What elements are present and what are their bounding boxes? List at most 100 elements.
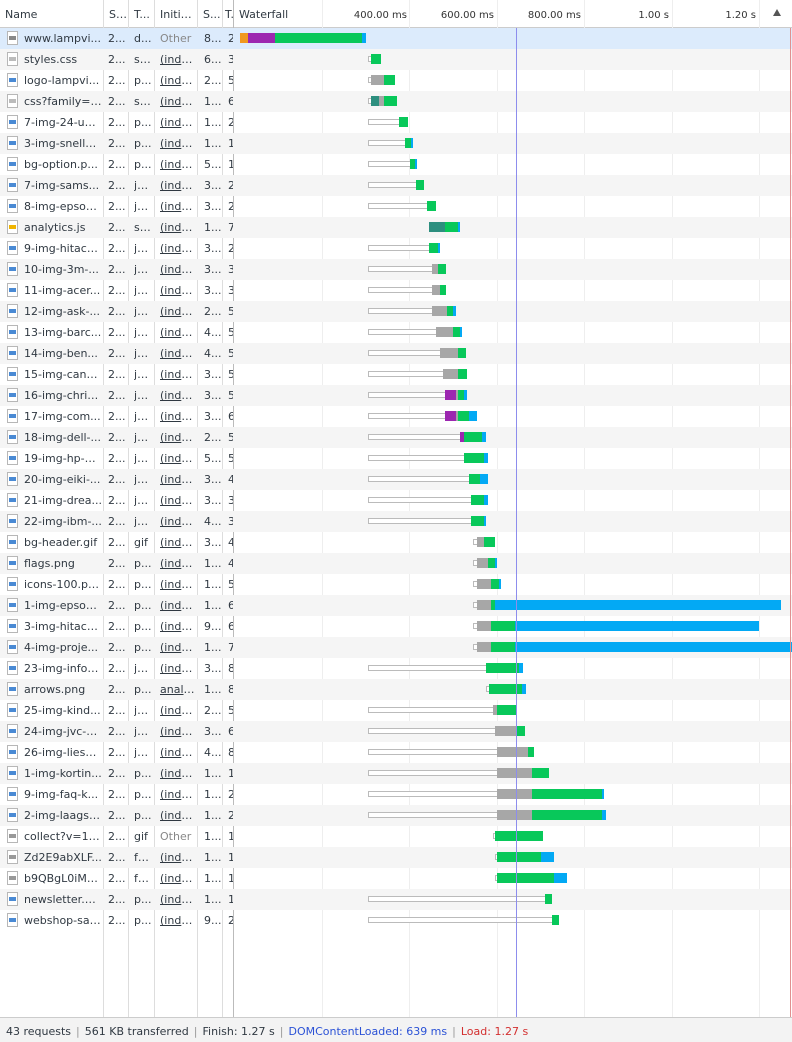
table-row[interactable]: 11-img-acer... 2... jp... (inde... 3... 3 — [0, 280, 792, 301]
request-initiator[interactable]: analy... — [160, 679, 196, 700]
request-initiator[interactable]: (inde... — [160, 721, 196, 742]
table-row[interactable]: www.lampvi... 2... d... Other 8... 2 — [0, 28, 792, 49]
table-row[interactable]: bg-option.p... 2... p... (inde... 5... 1 — [0, 154, 792, 175]
table-row[interactable]: 8-img-epson... 2... jp... (inde... 3... 2 — [0, 196, 792, 217]
table-row[interactable]: 26-img-liese... 2... jp... (inde... 4... 8 — [0, 742, 792, 763]
table-row[interactable]: 16-img-chris... 2... jp... (inde... 3... 5 — [0, 385, 792, 406]
table-row[interactable]: 7-img-24-uu... 2... p... (inde... 1... 2 — [0, 112, 792, 133]
table-row[interactable]: styles.css 2... st... (inde... 6... 3 — [0, 49, 792, 70]
request-size: 3... — [204, 536, 222, 549]
table-row[interactable]: bg-header.gif 2... gif (inde... 3... 4 — [0, 532, 792, 553]
request-initiator[interactable]: (inde... — [160, 70, 196, 91]
request-initiator[interactable]: (inde... — [160, 49, 196, 70]
request-initiator[interactable]: (inde... — [160, 322, 196, 343]
request-type: p... — [134, 116, 152, 129]
request-initiator[interactable]: (inde... — [160, 847, 196, 868]
column-header-type[interactable]: T... — [129, 0, 154, 28]
table-row[interactable]: 9-img-hitach... 2... jp... (inde... 3... 2 — [0, 238, 792, 259]
request-initiator[interactable]: (inde... — [160, 133, 196, 154]
table-row[interactable]: 10-img-3m-... 2... jp... (inde... 3... 3 — [0, 259, 792, 280]
request-initiator[interactable]: (inde... — [160, 637, 196, 658]
request-initiator[interactable]: (inde... — [160, 742, 196, 763]
column-header-initiator[interactable]: Initia... — [155, 0, 197, 28]
table-row[interactable]: 3-img-snelle... 2... p... (inde... 1... 1 — [0, 133, 792, 154]
request-initiator[interactable]: (inde... — [160, 511, 196, 532]
table-row[interactable]: 3-img-hitach... 2... p... (inde... 9... 6 — [0, 616, 792, 637]
table-row[interactable]: 21-img-drea... 2... jp... (inde... 3... 3 — [0, 490, 792, 511]
request-initiator[interactable]: (inde... — [160, 427, 196, 448]
table-row[interactable]: 1-img-epson... 2... p... (inde... 1... 6 — [0, 595, 792, 616]
table-row[interactable]: 4-img-proje... 2... p... (inde... 1... 7 — [0, 637, 792, 658]
request-initiator[interactable]: (inde... — [160, 406, 196, 427]
table-row[interactable]: 18-img-dell-... 2... jp... (inde... 2... 5 — [0, 427, 792, 448]
request-initiator[interactable]: (inde... — [160, 469, 196, 490]
table-row[interactable]: arrows.png 2... p... analy... 1... 8 — [0, 679, 792, 700]
column-header-name[interactable]: Name — [0, 0, 104, 28]
request-initiator[interactable]: (inde... — [160, 280, 196, 301]
request-time: 5 — [228, 385, 233, 406]
waterfall-ttfb-segment — [446, 306, 454, 316]
table-row[interactable]: 22-img-ibm-... 2... jp... (inde... 4... 3 — [0, 511, 792, 532]
request-initiator[interactable]: (inde... — [160, 385, 196, 406]
table-row[interactable]: collect?v=1&... 2... gif Other 1... 1 — [0, 826, 792, 847]
table-row[interactable]: 19-img-hp-p... 2... jp... (inde... 5... 5 — [0, 448, 792, 469]
table-row[interactable]: 23-img-infoc... 2... jp... (inde... 3... 8 — [0, 658, 792, 679]
request-initiator[interactable]: (inde... — [160, 868, 196, 889]
request-initiator[interactable]: (inde... — [160, 616, 196, 637]
table-row[interactable]: newsletter.p... 2... p... (inde... 1... 1 — [0, 889, 792, 910]
table-row[interactable]: icons-100.pn... 2... p... (inde... 1... 5 — [0, 574, 792, 595]
request-initiator[interactable]: (inde... — [160, 490, 196, 511]
request-initiator[interactable]: (inde... — [160, 784, 196, 805]
table-row[interactable]: 20-img-eiki-... 2... jp... (inde... 3... 4 — [0, 469, 792, 490]
table-row[interactable]: b9QBgL0iMZ... 2... fo... (inde... 1... 1 — [0, 868, 792, 889]
request-initiator[interactable]: (inde... — [160, 574, 196, 595]
request-initiator[interactable]: (inde... — [160, 805, 196, 826]
request-initiator[interactable]: (inde... — [160, 553, 196, 574]
waterfall-queued-segment — [368, 308, 432, 314]
table-row[interactable]: 9-img-faq-k... 2... p... (inde... 1... 2 — [0, 784, 792, 805]
column-header-time[interactable]: T... — [222, 0, 233, 28]
request-initiator[interactable]: (inde... — [160, 301, 196, 322]
table-row[interactable]: 1-img-kortin... 2... p... (inde... 1... 1 — [0, 763, 792, 784]
table-row[interactable]: flags.png 2... p... (inde... 1... 4 — [0, 553, 792, 574]
request-initiator[interactable]: (inde... — [160, 196, 196, 217]
request-initiator[interactable]: (inde... — [160, 112, 196, 133]
request-initiator[interactable]: (inde... — [160, 364, 196, 385]
table-row[interactable]: 13-img-barc... 2... jp... (inde... 4... 5 — [0, 322, 792, 343]
request-initiator[interactable]: (inde... — [160, 700, 196, 721]
request-initiator[interactable]: (inde... — [160, 658, 196, 679]
request-initiator[interactable]: (inde... — [160, 259, 196, 280]
table-row[interactable]: 14-img-ben... 2... jp... (inde... 4... 5 — [0, 343, 792, 364]
table-row[interactable]: 7-img-sams... 2... jp... (inde... 3... 2 — [0, 175, 792, 196]
table-row[interactable]: 25-img-kind... 2... jp... (inde... 2... 5 — [0, 700, 792, 721]
column-header-waterfall[interactable]: Waterfall — [234, 0, 314, 28]
sort-ascending-icon[interactable] — [773, 9, 781, 16]
request-initiator[interactable]: (inde... — [160, 910, 196, 931]
request-initiator[interactable]: (inde... — [160, 217, 196, 238]
table-row[interactable]: 24-img-jvc-p... 2... jp... (inde... 3... 6 — [0, 721, 792, 742]
request-initiator[interactable]: (inde... — [160, 91, 196, 112]
request-time: 5 — [228, 574, 233, 595]
request-initiator[interactable]: (inde... — [160, 763, 196, 784]
request-initiator[interactable]: (inde... — [160, 154, 196, 175]
request-initiator[interactable]: (inde... — [160, 532, 196, 553]
request-initiator[interactable]: (inde... — [160, 343, 196, 364]
table-row[interactable]: 15-img-cano... 2... jp... (inde... 3... 5 — [0, 364, 792, 385]
table-row[interactable]: webshop-saf... 2... p... (inde... 9... 2 — [0, 910, 792, 931]
table-row[interactable]: Zd2E9abXLF... 2... fo... (inde... 1... 1 — [0, 847, 792, 868]
column-header-size[interactable]: S... — [198, 0, 222, 28]
table-row[interactable]: logo-lampvi... 2... p... (inde... 2... 5 — [0, 70, 792, 91]
table-row[interactable]: analytics.js 2... sc... (inde... 1... 7 — [0, 217, 792, 238]
request-initiator[interactable]: (inde... — [160, 889, 196, 910]
column-header-status[interactable]: St... — [104, 0, 129, 28]
image-icon — [7, 619, 18, 633]
request-initiator[interactable]: (inde... — [160, 238, 196, 259]
table-row[interactable]: 17-img-com... 2... jp... (inde... 3... 6 — [0, 406, 792, 427]
request-initiator[interactable]: (inde... — [160, 595, 196, 616]
request-initiator[interactable]: (inde... — [160, 448, 196, 469]
table-row[interactable]: 12-img-ask-... 2... jp... (inde... 2... 5 — [0, 301, 792, 322]
table-row[interactable]: 2-img-laagst... 2... p... (inde... 1... 2 — [0, 805, 792, 826]
request-initiator[interactable]: (inde... — [160, 175, 196, 196]
request-time: 6 — [228, 721, 233, 742]
table-row[interactable]: css?family=R... 2... st... (inde... 1... 6 — [0, 91, 792, 112]
